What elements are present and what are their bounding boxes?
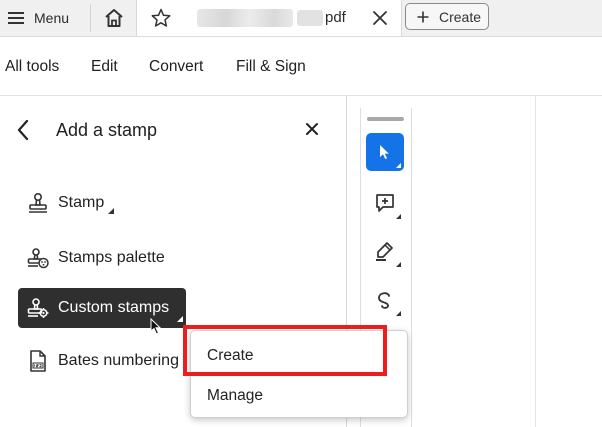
close-tab-icon[interactable] — [370, 8, 390, 28]
menu-button[interactable]: Menu — [0, 0, 88, 36]
menu-fill-sign[interactable]: Fill & Sign — [236, 58, 306, 76]
caret-icon — [396, 262, 401, 267]
mouse-cursor-icon — [150, 318, 162, 335]
close-panel-icon[interactable] — [305, 122, 319, 136]
home-button[interactable] — [94, 0, 134, 36]
stamps-palette-icon — [27, 248, 49, 269]
custom-stamps-icon — [27, 298, 49, 318]
hamburger-icon — [8, 12, 24, 24]
menu-item-manage[interactable]: Manage — [207, 387, 263, 405]
draw-freeform-icon — [378, 292, 390, 309]
add-comment-tool-button[interactable] — [366, 184, 404, 222]
back-chevron-icon[interactable] — [16, 119, 30, 141]
star-icon[interactable] — [151, 8, 171, 28]
menu-label: Menu — [34, 10, 70, 26]
menu-convert[interactable]: Convert — [149, 58, 203, 76]
caret-icon — [177, 316, 184, 322]
menu-all-tools[interactable]: All tools — [5, 58, 59, 76]
toolbar-grip[interactable] — [367, 117, 404, 121]
tool-bates-numbering-label: Bates numbering — [58, 352, 179, 369]
plus-icon — [417, 11, 429, 22]
menubar-divider — [0, 95, 602, 96]
document-tab[interactable]: pdf — [136, 0, 402, 36]
select-tool-button[interactable] — [366, 133, 404, 171]
caret-icon — [396, 214, 401, 219]
panel-title: Add a stamp — [56, 120, 158, 140]
caret-icon — [108, 208, 115, 214]
highlight-tool-button[interactable] — [366, 232, 404, 270]
stamp-icon — [29, 192, 47, 213]
home-icon — [105, 9, 123, 27]
tabbar-divider — [90, 4, 91, 32]
top-menu-bar: All tools Edit Convert Fill & Sign — [0, 44, 602, 88]
add-comment-icon — [376, 194, 394, 212]
blurred-filename-part — [297, 10, 323, 26]
bates-numbering-icon — [30, 350, 46, 372]
create-highlight-box — [183, 325, 387, 376]
document-area-border — [535, 96, 536, 427]
caret-icon — [396, 311, 401, 316]
tool-bates-numbering[interactable]: Bates numbering — [26, 348, 179, 374]
tool-stamp-label: Stamp — [58, 194, 105, 211]
caret-icon — [396, 163, 401, 168]
blurred-filename — [197, 9, 293, 27]
menu-edit[interactable]: Edit — [91, 58, 118, 76]
select-pointer-icon — [380, 145, 389, 159]
create-button-label: Create — [439, 8, 482, 25]
tool-stamps-palette-label: Stamps palette — [58, 249, 165, 266]
tool-stamps-palette[interactable]: Stamps palette — [26, 245, 165, 271]
create-button[interactable]: Create — [405, 3, 489, 30]
highlight-pen-icon — [376, 242, 393, 261]
tool-stamp[interactable]: Stamp — [26, 190, 115, 216]
tool-custom-stamps-label: Custom stamps — [58, 299, 170, 316]
draw-tool-button[interactable] — [366, 281, 404, 319]
tab-filename-suffix: pdf — [325, 9, 346, 26]
